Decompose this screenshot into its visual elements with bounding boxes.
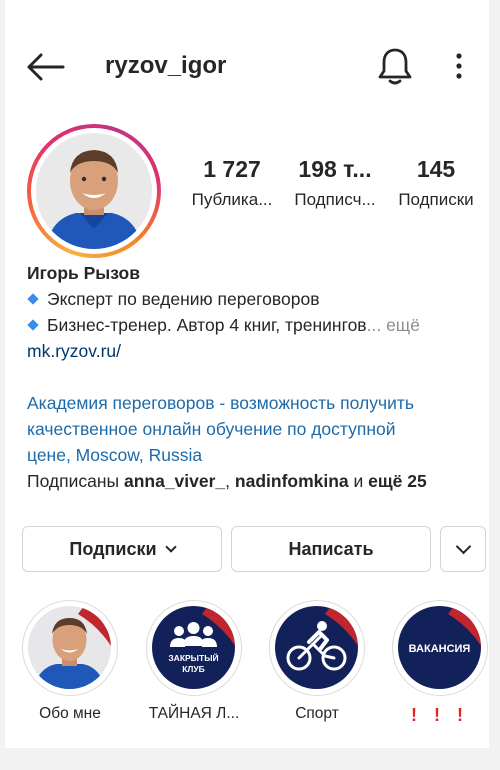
bio-more-link[interactable]: ещё bbox=[386, 315, 420, 335]
bio-line: Бизнес-тренер. Автор 4 книг, тренингов..… bbox=[27, 312, 477, 338]
notification-bell-icon[interactable] bbox=[377, 46, 413, 86]
message-button[interactable]: Написать bbox=[231, 526, 431, 572]
chevron-down-icon bbox=[455, 538, 471, 554]
highlight-label: Спорт bbox=[295, 705, 339, 722]
stat-followers-label: Подписч... bbox=[294, 190, 376, 209]
highlight-sport[interactable] bbox=[269, 600, 365, 696]
blue-diamond-icon bbox=[27, 319, 39, 332]
category-text[interactable]: качественное онлайн обучение по доступно… bbox=[27, 416, 477, 442]
highlight-about-me[interactable] bbox=[22, 600, 118, 696]
stat-following-value: 145 bbox=[416, 156, 456, 182]
stat-followers[interactable]: 198 т... Подписч... bbox=[283, 156, 387, 212]
website-link[interactable]: mk.ryzov.ru/ bbox=[27, 338, 477, 364]
vacancy-cover: ВАКАНСИЯ bbox=[409, 606, 481, 655]
highlight-vacancy[interactable]: ВАКАНСИЯ bbox=[392, 600, 488, 696]
stat-following[interactable]: 145 Подписки bbox=[387, 156, 485, 212]
profile-bio: Игорь Рызов Эксперт по ведению переговор… bbox=[27, 260, 477, 494]
stat-posts-value: 1 727 bbox=[203, 156, 261, 182]
profile-full-name: Игорь Рызов bbox=[27, 263, 140, 283]
highlight-label: ТАЙНАЯ Л... bbox=[148, 705, 240, 722]
stat-followers-value: 198 т... bbox=[298, 156, 372, 182]
category-text[interactable]: Академия переговоров - возможность получ… bbox=[27, 390, 477, 416]
cover-text: ВАКАНСИЯ bbox=[409, 643, 471, 655]
avatar-photo bbox=[36, 133, 152, 249]
bio-line: Эксперт по ведению переговоров bbox=[27, 286, 477, 312]
chevron-down-icon bbox=[164, 541, 177, 553]
back-arrow-icon[interactable] bbox=[25, 50, 65, 84]
followed-by[interactable]: Подписаны anna_viver_, nadinfomkina и ещ… bbox=[27, 468, 477, 494]
highlight-secret-club[interactable]: ЗАКРЫТЫЙ КЛУБ bbox=[146, 600, 242, 696]
group-icon: ЗАКРЫТЫЙ КЛУБ bbox=[168, 606, 235, 674]
following-button[interactable]: Подписки bbox=[22, 526, 222, 572]
stat-posts-label: Публика... bbox=[191, 190, 273, 209]
more-ellipsis: ... bbox=[366, 315, 382, 335]
highlight-label: ! ! ! bbox=[411, 705, 469, 725]
profile-avatar[interactable] bbox=[27, 124, 161, 258]
top-bar: ryzov_igor bbox=[5, 0, 489, 130]
stat-following-label: Подписки bbox=[398, 190, 474, 209]
cyclist-icon bbox=[286, 606, 358, 671]
suggested-accounts-button[interactable] bbox=[440, 526, 486, 572]
stat-posts[interactable]: 1 727 Публика... bbox=[177, 156, 287, 212]
category-text[interactable]: цене, Moscow, Russia bbox=[27, 442, 477, 468]
highlight-label: Обо мне bbox=[39, 705, 101, 722]
profile-screen: ryzov_igor 1 727 Публика... 198 т... Под… bbox=[5, 0, 489, 748]
cover-text: КЛУБ bbox=[182, 664, 205, 674]
profile-username: ryzov_igor bbox=[105, 52, 227, 79]
cover-text: ЗАКРЫТЫЙ bbox=[168, 652, 218, 663]
blue-diamond-icon bbox=[27, 293, 39, 306]
avatar-photo bbox=[34, 606, 111, 689]
more-options-icon[interactable] bbox=[450, 50, 468, 82]
